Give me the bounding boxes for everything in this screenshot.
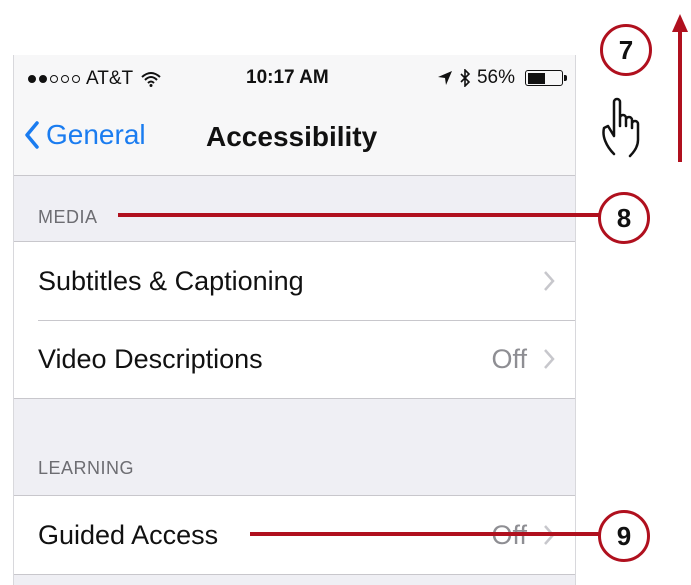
callout-line-8 (118, 213, 600, 217)
phone-screen: AT&T 10:17 AM 56% General Accessibility … (13, 55, 576, 585)
signal-strength-icon (28, 75, 80, 83)
callout-line-9 (250, 532, 600, 536)
status-time: 10:17 AM (246, 67, 329, 88)
cell-label: Subtitles & Captioning (38, 265, 304, 296)
back-chevron-icon (25, 121, 39, 149)
location-arrow-icon (437, 71, 452, 85)
bluetooth-icon (460, 69, 471, 87)
back-button[interactable]: General (24, 119, 146, 151)
list-item-video-descriptions[interactable]: Video Descriptions Off (14, 320, 575, 398)
carrier-name: AT&T (86, 68, 134, 89)
wifi-icon (141, 72, 161, 87)
callout-9: 9 (598, 510, 650, 562)
battery-fill (527, 72, 545, 84)
section-header-media: MEDIA (38, 207, 98, 227)
callout-8: 8 (598, 192, 650, 244)
arrow-up-icon (672, 14, 688, 162)
back-button-label: General (46, 119, 146, 150)
hand-swipe-icon (602, 97, 640, 158)
chevron-right-icon (544, 271, 555, 291)
battery-icon (525, 70, 567, 86)
media-group: Subtitles & Captioning Video Description… (14, 241, 575, 399)
cell-label: Guided Access (38, 519, 219, 550)
page-title: Accessibility (206, 121, 378, 152)
status-right: 56% (437, 67, 567, 89)
section-header-learning: LEARNING (38, 458, 135, 478)
battery-percent: 56% (476, 67, 515, 88)
status-left: AT&T (28, 68, 161, 90)
chevron-right-icon (544, 349, 555, 369)
cell-label: Video Descriptions (38, 343, 263, 374)
cell-value: Off (491, 343, 527, 374)
status-bar: AT&T 10:17 AM 56% (14, 55, 575, 103)
callout-7: 7 (600, 24, 652, 76)
list-item-subtitles-captioning[interactable]: Subtitles & Captioning (14, 242, 575, 320)
navigation-bar: General Accessibility (14, 103, 575, 176)
